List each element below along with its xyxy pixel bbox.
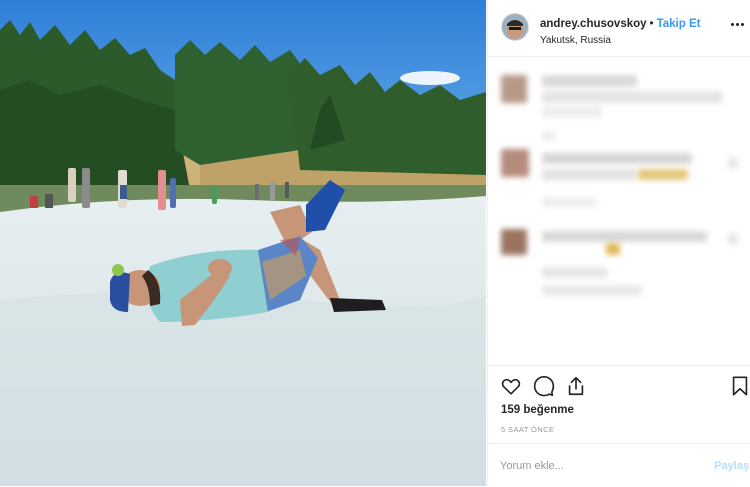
- comment-text-blur: [542, 285, 642, 296]
- photo-scene: [0, 0, 486, 486]
- comment-text-blur: [542, 169, 637, 180]
- post-header: andrey.chusovskoy • Takip Et Yakutsk, Russ…: [488, 0, 750, 57]
- comment-text-blur: [542, 91, 722, 103]
- comment-icon[interactable]: [533, 375, 555, 397]
- comment-avatar: [501, 75, 527, 103]
- comment-emoji-blur: [606, 243, 620, 255]
- avatar[interactable]: [501, 13, 529, 41]
- separator-dot: •: [649, 18, 654, 30]
- post-comment-button[interactable]: Paylaş: [714, 460, 749, 472]
- likes-count[interactable]: 159 beğenme: [501, 404, 574, 416]
- comment-meta-blur: [542, 197, 597, 207]
- comment-text-blur: [542, 153, 692, 164]
- comments-list: [488, 57, 750, 365]
- heart-icon[interactable]: [500, 375, 522, 397]
- username-link[interactable]: andrey.chusovskoy: [540, 18, 647, 30]
- more-options-icon[interactable]: [727, 17, 747, 31]
- comment-input[interactable]: [500, 457, 690, 475]
- location-link[interactable]: Yakutsk, Russia: [540, 35, 700, 46]
- post-photo[interactable]: [0, 0, 486, 486]
- comment-text-blur: [542, 107, 602, 117]
- avatar-image: [502, 14, 528, 40]
- comment-text-blur: [542, 231, 707, 242]
- comment-emoji-blur: [638, 169, 688, 180]
- comment-text-blur: [728, 233, 738, 245]
- follow-button[interactable]: Takip Et: [657, 18, 701, 30]
- bookmark-icon[interactable]: [729, 375, 750, 397]
- user-info: andrey.chusovskoy • Takip Et Yakutsk, Russ…: [540, 14, 700, 46]
- comment-text-blur: [542, 267, 607, 278]
- comment-text-blur: [542, 75, 637, 87]
- add-comment-bar: Paylaş: [488, 443, 750, 487]
- comment-text-blur: [728, 157, 738, 169]
- post-timestamp[interactable]: 5 SAAT ÖNCE: [501, 425, 554, 434]
- share-icon[interactable]: [565, 375, 587, 397]
- post-side-panel: andrey.chusovskoy • Takip Et Yakutsk, Russ…: [487, 0, 750, 486]
- post-actions: 159 beğenme 5 SAAT ÖNCE Paylaş: [488, 365, 750, 486]
- comment-meta-blur: [542, 131, 556, 141]
- comment-avatar: [501, 229, 527, 255]
- comment-avatar: [501, 149, 529, 177]
